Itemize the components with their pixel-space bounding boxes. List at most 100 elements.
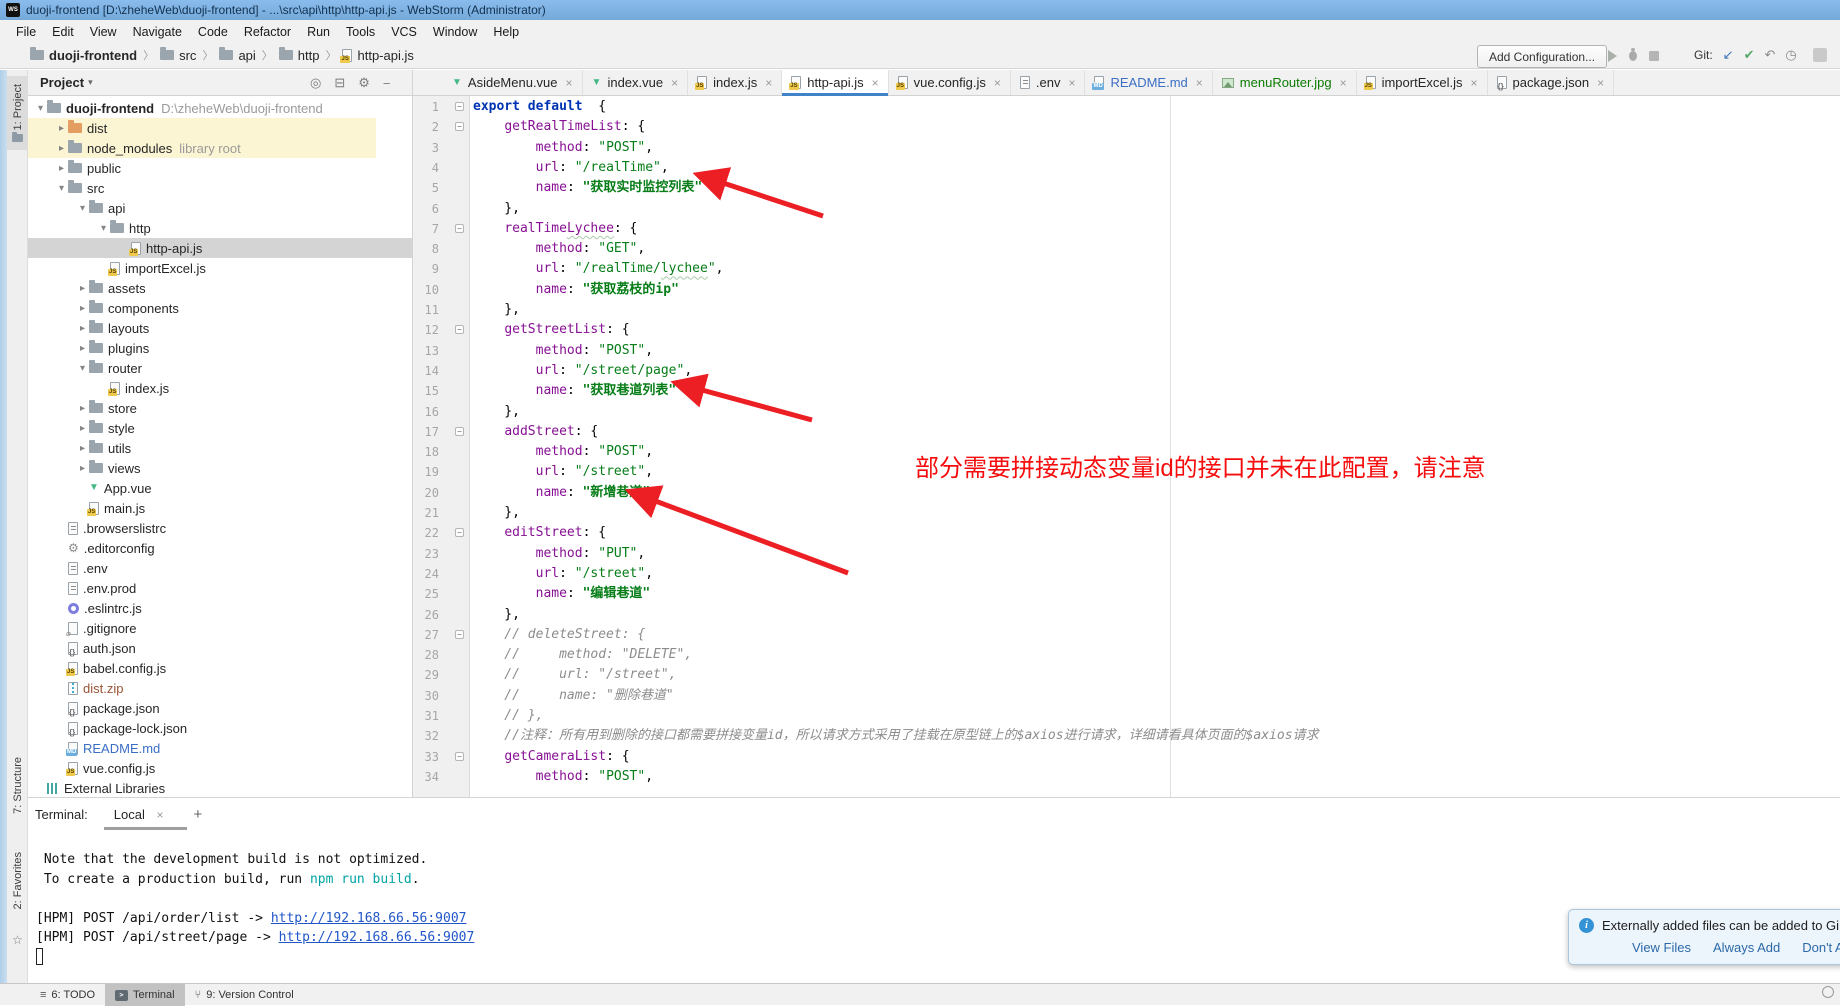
tree-item-utils[interactable]: ▸utils [28,438,397,458]
stop-icon[interactable] [1649,51,1659,61]
tree-item-assets[interactable]: ▸assets [28,278,397,298]
notification-action-don-t-ask-agai[interactable]: Don't Ask Agai [1802,940,1840,955]
menu-item-refactor[interactable]: Refactor [236,22,299,42]
menu-item-tools[interactable]: Tools [338,22,383,42]
project-tree[interactable]: ▾duoji-frontendD:\zheheWeb\duoji-fronten… [28,96,412,797]
breadcrumb-item-http-api.js[interactable]: http-api.js [342,48,413,63]
stripe-button-structure[interactable]: 7: Structure [7,742,28,828]
editor-tab-AsideMenu.vue[interactable]: ▼AsideMenu.vue× [443,70,583,95]
new-terminal-icon[interactable]: + [193,806,202,823]
menu-item-view[interactable]: View [82,22,125,42]
notification-action-view-files[interactable]: View Files [1632,940,1691,955]
breadcrumb-item-api[interactable]: api [219,48,255,63]
tree-item-views[interactable]: ▸views [28,458,397,478]
tree-item-package.json[interactable]: package.json [28,698,376,718]
tree-item-store[interactable]: ▸store [28,398,397,418]
tree-item-.env[interactable]: .env [28,558,376,578]
fold-marker-icon[interactable]: − [455,427,464,436]
tree-item-vue.config.js[interactable]: vue.config.js [28,758,376,778]
fold-marker-icon[interactable]: − [455,752,464,761]
editor-tab-README.md[interactable]: README.md× [1085,70,1212,95]
tree-item-style[interactable]: ▸style [28,418,397,438]
tree-item-duoji-frontend[interactable]: ▾duoji-frontendD:\zheheWeb\duoji-fronten… [28,98,355,118]
statusbar-edge-icon[interactable] [1822,986,1834,998]
fold-marker-icon[interactable]: − [455,102,464,111]
fold-marker-icon[interactable]: − [455,630,464,639]
collapse-all-icon[interactable]: ⊟ [334,75,345,91]
tree-item-layouts[interactable]: ▸layouts [28,318,397,338]
locate-icon[interactable]: ◎ [310,75,321,91]
tree-item-plugins[interactable]: ▸plugins [28,338,397,358]
run-icon[interactable] [1608,50,1617,62]
chevron-right-icon[interactable]: ▸ [76,343,89,354]
tree-item-.browserslistrc[interactable]: .browserslistrc [28,518,376,538]
tree-item-main.js[interactable]: main.js [28,498,397,518]
tree-item-External Libraries[interactable]: External Libraries [28,778,355,797]
menu-item-vcs[interactable]: VCS [383,22,425,42]
tree-item-public[interactable]: ▸public [28,158,376,178]
chevron-down-icon[interactable]: ▾ [76,363,89,374]
tree-item-.eslintrc.js[interactable]: .eslintrc.js [28,598,376,618]
toolbar-cut-icon[interactable] [1813,48,1827,62]
tree-item-auth.json[interactable]: auth.json [28,638,376,658]
chevron-right-icon[interactable]: ▸ [76,303,89,314]
stripe-button-star[interactable]: ☆ [7,930,28,950]
tree-item-.gitignore[interactable]: .gitignore [28,618,376,638]
chevron-down-icon[interactable]: ▾ [34,103,47,114]
stripe-button-favorites[interactable]: 2: Favorites [7,838,28,924]
settings-icon[interactable]: ⚙ [358,75,370,91]
menu-item-navigate[interactable]: Navigate [125,22,190,42]
editor-tab-index.vue[interactable]: ▼index.vue× [583,70,689,95]
chevron-down-icon[interactable]: ▾ [55,183,68,194]
tree-item-router[interactable]: ▾router [28,358,397,378]
project-panel-title[interactable]: Project [40,75,84,90]
statusbar-item-terminal[interactable]: >Terminal [105,984,185,1006]
close-icon[interactable]: × [566,76,573,90]
terminal-link[interactable]: http://192.168.66.56:9007 [279,930,475,945]
chevron-down-icon[interactable]: ▾ [97,223,110,234]
tree-item-importExcel.js[interactable]: importExcel.js [28,258,412,278]
close-icon[interactable]: × [872,76,879,90]
tree-item-index.js[interactable]: index.js [28,378,412,398]
editor-tab-index.js[interactable]: index.js× [688,70,782,95]
tree-item-.editorconfig[interactable]: ⚙.editorconfig [28,538,376,558]
close-icon[interactable]: × [1068,76,1075,90]
tree-item-babel.config.js[interactable]: babel.config.js [28,658,376,678]
editor-tab-.env[interactable]: .env× [1011,70,1086,95]
chevron-right-icon[interactable]: ▸ [76,323,89,334]
close-icon[interactable]: × [994,76,1001,90]
statusbar-item-9-version-control[interactable]: ⑂9: Version Control [185,984,304,1006]
chevron-down-icon[interactable]: ▾ [88,77,93,88]
tree-item-api[interactable]: ▾api [28,198,397,218]
tree-item-README.md[interactable]: README.md [28,738,376,758]
tree-item-package-lock.json[interactable]: package-lock.json [28,718,376,738]
menu-item-help[interactable]: Help [485,22,527,42]
close-icon[interactable]: × [1471,76,1478,90]
code-editor[interactable]: 1234567891011121314151617181920212223242… [413,96,1840,797]
hide-icon[interactable]: − [383,76,391,91]
chevron-right-icon[interactable]: ▸ [55,163,68,174]
chevron-right-icon[interactable]: ▸ [76,403,89,414]
chevron-right-icon[interactable]: ▸ [76,423,89,434]
menu-item-window[interactable]: Window [425,22,485,42]
tree-item-src[interactable]: ▾src [28,178,376,198]
git-update-icon[interactable]: ↙ [1723,47,1734,63]
editor-tab-importExcel.js[interactable]: importExcel.js× [1357,70,1488,95]
terminal-link[interactable]: http://192.168.66.56:9007 [271,911,467,926]
menu-item-code[interactable]: Code [190,22,236,42]
menu-item-run[interactable]: Run [299,22,338,42]
tree-item-http[interactable]: ▾http [28,218,412,238]
history-icon[interactable]: ◷ [1785,47,1796,63]
editor-tab-vue.config.js[interactable]: vue.config.js× [889,70,1011,95]
breadcrumb-item-duoji-frontend[interactable]: duoji-frontend [30,48,137,63]
close-icon[interactable]: × [1340,76,1347,90]
menu-item-edit[interactable]: Edit [44,22,82,42]
fold-marker-icon[interactable]: − [455,528,464,537]
close-icon[interactable]: × [765,76,772,90]
statusbar-item-6-todo[interactable]: ≡6: TODO [30,984,105,1006]
tree-item-dist.zip[interactable]: dist.zip [28,678,376,698]
git-revert-icon[interactable]: ↶ [1764,47,1775,63]
terminal-tab-local[interactable]: Local × [110,801,168,828]
close-icon[interactable]: × [156,808,163,822]
chevron-right-icon[interactable]: ▸ [76,443,89,454]
